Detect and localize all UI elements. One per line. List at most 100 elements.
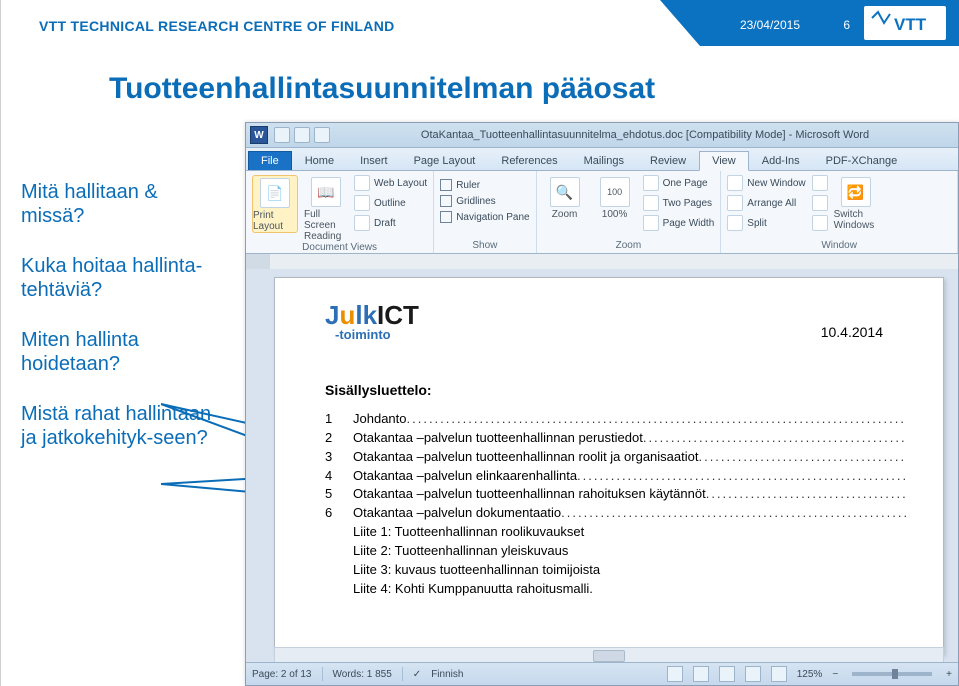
arrange-all-button[interactable]: Arrange All bbox=[727, 195, 805, 211]
status-language[interactable]: Finnish bbox=[431, 669, 463, 680]
reset-window-position-button[interactable] bbox=[812, 215, 828, 231]
full-screen-icon: 📖 bbox=[311, 177, 341, 207]
draft-button[interactable]: Draft bbox=[354, 215, 427, 231]
web-layout-icon bbox=[354, 175, 370, 191]
document-area[interactable]: JulkICT -toiminto 10.4.2014 Sisällysluet… bbox=[246, 269, 958, 663]
zoom-100-icon: 100 bbox=[600, 177, 630, 207]
reset-window-icon bbox=[812, 215, 828, 231]
web-layout-button[interactable]: Web Layout bbox=[354, 175, 427, 191]
qat-redo-icon[interactable] bbox=[314, 127, 330, 143]
appendix-item: Liite 3: kuvaus tuotteenhallinnan toimij… bbox=[325, 561, 907, 580]
toc-item: 3Otakantaa –palvelun tuotteenhallinnan r… bbox=[325, 448, 907, 467]
view-outline-icon[interactable] bbox=[745, 666, 761, 682]
slide-header: VTT TECHNICAL RESEARCH CENTRE OF FINLAND… bbox=[1, 0, 959, 46]
toc-item: 4Otakantaa –palvelun elinkaarenhallinta bbox=[325, 467, 907, 486]
table-of-contents: 1Johdanto 2Otakantaa –palvelun tuotteenh… bbox=[325, 410, 907, 523]
print-layout-label: Print Layout bbox=[253, 210, 297, 232]
view-print-layout-icon[interactable] bbox=[667, 666, 683, 682]
question-4: Mistä rahat hallintaan ja jatkokehityk-s… bbox=[21, 402, 221, 450]
question-2: Kuka hoitaa hallinta-tehtäviä? bbox=[21, 254, 221, 302]
navigation-pane-checkbox[interactable]: Navigation Pane bbox=[440, 211, 529, 223]
group-show: Ruler Gridlines Navigation Pane Show bbox=[434, 171, 536, 253]
word-window: W OtaKantaa_Tuotteenhallintasuunnitelma_… bbox=[245, 122, 959, 686]
group-window: New Window Arrange All Split 🔁Switch Win… bbox=[721, 171, 958, 253]
outline-icon bbox=[354, 195, 370, 211]
appendix-item: Liite 2: Tuotteenhallinnan yleiskuvaus bbox=[325, 542, 907, 561]
outline-button[interactable]: Outline bbox=[354, 195, 427, 211]
two-pages-icon bbox=[643, 195, 659, 211]
split-button[interactable]: Split bbox=[727, 215, 805, 231]
draft-icon bbox=[354, 215, 370, 231]
zoom-slider[interactable] bbox=[852, 672, 932, 676]
new-window-button[interactable]: New Window bbox=[727, 175, 805, 191]
split-icon bbox=[727, 215, 743, 231]
horizontal-scrollbar[interactable] bbox=[274, 647, 944, 663]
zoom-out-button[interactable]: − bbox=[832, 669, 838, 680]
document-date: 10.4.2014 bbox=[821, 324, 883, 340]
toc-item: 2Otakantaa –palvelun tuotteenhallinnan p… bbox=[325, 429, 907, 448]
slide-title: Tuotteenhallintasuunnitelman pääosat bbox=[109, 72, 655, 106]
vtt-logo: VTT bbox=[864, 6, 946, 40]
sync-scrolling-button[interactable] bbox=[812, 195, 828, 211]
one-page-button[interactable]: One Page bbox=[643, 175, 715, 191]
tab-insert[interactable]: Insert bbox=[347, 151, 401, 170]
tab-add-ins[interactable]: Add-Ins bbox=[749, 151, 813, 170]
two-pages-button[interactable]: Two Pages bbox=[643, 195, 715, 211]
word-document-title: OtaKantaa_Tuotteenhallintasuunnitelma_eh… bbox=[332, 129, 958, 141]
header-triangle bbox=[660, 0, 700, 46]
zoom-100-button[interactable]: 100100% bbox=[593, 175, 637, 220]
group-label-show: Show bbox=[440, 240, 529, 251]
full-screen-reading-button[interactable]: 📖 Full Screen Reading bbox=[304, 175, 348, 242]
tab-page-layout[interactable]: Page Layout bbox=[401, 151, 489, 170]
zoom-level[interactable]: 125% bbox=[797, 669, 823, 680]
sync-scroll-icon bbox=[812, 195, 828, 211]
tab-view[interactable]: View bbox=[699, 151, 749, 171]
ribbon-tab-strip: File Home Insert Page Layout References … bbox=[246, 148, 958, 171]
slide-page-number: 6 bbox=[843, 18, 850, 32]
zoom-icon: 🔍 bbox=[550, 177, 580, 207]
tab-mailings[interactable]: Mailings bbox=[571, 151, 637, 170]
slide: VTT TECHNICAL RESEARCH CENTRE OF FINLAND… bbox=[0, 0, 959, 686]
qat-save-icon[interactable] bbox=[274, 127, 290, 143]
one-page-icon bbox=[643, 175, 659, 191]
side-questions: Mitä hallitaan & missä? Kuka hoitaa hall… bbox=[21, 180, 221, 476]
checkbox-icon bbox=[440, 179, 452, 191]
switch-windows-button[interactable]: 🔁Switch Windows bbox=[834, 175, 878, 231]
question-3: Miten hallinta hoidetaan? bbox=[21, 328, 221, 376]
svg-text:VTT: VTT bbox=[894, 15, 927, 34]
ruler-checkbox[interactable]: Ruler bbox=[440, 179, 529, 191]
view-draft-icon[interactable] bbox=[771, 666, 787, 682]
toc-heading: Sisällysluettelo: bbox=[325, 382, 907, 398]
view-web-layout-icon[interactable] bbox=[719, 666, 735, 682]
tab-review[interactable]: Review bbox=[637, 151, 699, 170]
print-layout-button[interactable]: 📄 Print Layout bbox=[252, 175, 298, 233]
new-window-icon bbox=[727, 175, 743, 191]
status-page[interactable]: Page: 2 of 13 bbox=[252, 669, 312, 680]
print-layout-icon: 📄 bbox=[260, 178, 290, 208]
group-zoom: 🔍Zoom 100100% One Page Two Pages Page Wi… bbox=[537, 171, 722, 253]
view-full-screen-icon[interactable] bbox=[693, 666, 709, 682]
view-side-by-side-button[interactable] bbox=[812, 175, 828, 191]
zoom-in-button[interactable]: + bbox=[946, 669, 952, 680]
ribbon: 📄 Print Layout 📖 Full Screen Reading Web… bbox=[246, 171, 958, 254]
toc-item: 5Otakantaa –palvelun tuotteenhallinnan r… bbox=[325, 485, 907, 504]
checkbox-icon bbox=[440, 195, 452, 207]
qat-undo-icon[interactable] bbox=[294, 127, 310, 143]
appendix-item: Liite 1: Tuotteenhallinnan roolikuvaukse… bbox=[325, 523, 907, 542]
tab-file[interactable]: File bbox=[248, 151, 292, 170]
tab-home[interactable]: Home bbox=[292, 151, 347, 170]
switch-windows-icon: 🔁 bbox=[841, 177, 871, 207]
zoom-button[interactable]: 🔍Zoom bbox=[543, 175, 587, 220]
word-title-bar: W OtaKantaa_Tuotteenhallintasuunnitelma_… bbox=[246, 123, 958, 148]
tab-references[interactable]: References bbox=[488, 151, 570, 170]
document-page: JulkICT -toiminto 10.4.2014 Sisällysluet… bbox=[274, 277, 944, 655]
gridlines-checkbox[interactable]: Gridlines bbox=[440, 195, 529, 207]
page-width-icon bbox=[643, 215, 659, 231]
group-label-window: Window bbox=[727, 240, 951, 251]
group-document-views: 📄 Print Layout 📖 Full Screen Reading Web… bbox=[246, 171, 434, 253]
tab-pdf-xchange[interactable]: PDF-XChange bbox=[813, 151, 911, 170]
word-status-bar: Page: 2 of 13 Words: 1 855 ✓ Finnish 125… bbox=[246, 662, 958, 685]
page-width-button[interactable]: Page Width bbox=[643, 215, 715, 231]
status-proofing-icon[interactable]: ✓ bbox=[413, 669, 421, 680]
status-word-count[interactable]: Words: 1 855 bbox=[333, 669, 392, 680]
